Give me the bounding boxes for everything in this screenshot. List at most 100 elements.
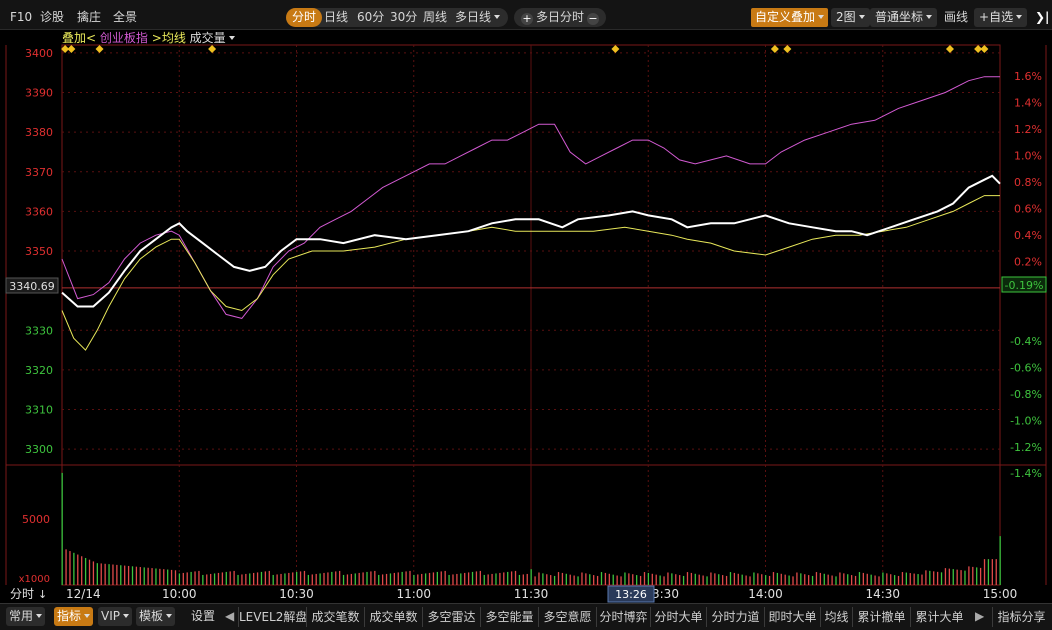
tab-instant-big-order[interactable]: 即时大单 xyxy=(764,607,820,627)
volume-bar xyxy=(346,574,349,585)
volume-bar xyxy=(296,571,298,585)
tab-trade-count[interactable]: 成交笔数 xyxy=(306,607,364,627)
tab-intraday-game[interactable]: 分时博弈 xyxy=(596,607,650,627)
tab-cumulative-big-order[interactable]: 累计大单 xyxy=(910,607,968,627)
volume-bar xyxy=(565,573,567,585)
volume-bar xyxy=(589,574,591,585)
volume-bar xyxy=(729,572,732,585)
pct-tick-label: 0.2% xyxy=(1014,255,1042,268)
volume-unit-label: x1000 xyxy=(19,574,50,585)
tab-moving-average[interactable]: 均线 xyxy=(820,607,852,627)
event-markers[interactable] xyxy=(61,45,989,53)
arrow-down-icon[interactable]: ↓ xyxy=(38,588,47,601)
volume-bar xyxy=(495,573,497,585)
event-marker-icon xyxy=(945,45,954,53)
volume-bar xyxy=(81,556,83,585)
volume-bar xyxy=(507,571,509,585)
volume-bar xyxy=(694,573,696,585)
vip-menu[interactable]: VIP xyxy=(98,607,132,626)
volume-bar xyxy=(467,572,470,585)
volume-bar xyxy=(569,574,571,585)
volume-bar xyxy=(976,567,978,585)
volume-bar xyxy=(940,572,943,585)
volume-bar xyxy=(448,574,450,585)
volume-bar xyxy=(538,572,540,585)
volume-bar xyxy=(178,573,181,585)
volume-bar xyxy=(213,573,216,585)
tab-bull-bear-will[interactable]: 多空意愿 xyxy=(538,607,596,627)
indicator-menu[interactable]: 指标 xyxy=(54,607,94,626)
volume-bar xyxy=(784,574,786,585)
indicator-bar: 常用 指标 VIP 模板 设置 ◀ LEVEL2解盘 成交笔数 成交单数 多空雷… xyxy=(0,603,1052,630)
volume-bar xyxy=(370,571,372,585)
scroll-left-icon[interactable]: ◀ xyxy=(222,607,237,626)
volume-bar xyxy=(92,561,95,585)
volume-bar xyxy=(581,572,583,585)
volume-bar xyxy=(710,572,712,585)
cursor-time-value: 13:26 xyxy=(615,588,647,601)
chevron-down-icon xyxy=(166,614,173,618)
tab-bull-bear-energy[interactable]: 多空能量 xyxy=(480,607,538,627)
volume-bar xyxy=(737,573,739,585)
volume-bar xyxy=(831,575,833,585)
volume-bar xyxy=(624,572,626,585)
percent-axis: 1.6%1.4%1.2%1.0%0.8%0.6%0.4%0.2%0.0%-0.4… xyxy=(1010,70,1042,480)
volume-bar xyxy=(776,572,779,585)
event-marker-icon xyxy=(611,45,620,53)
settings-button[interactable]: 设置 xyxy=(188,607,218,626)
volume-bar xyxy=(835,576,837,585)
volume-bar xyxy=(944,568,947,585)
volume-bar xyxy=(999,536,1001,585)
volume-bar xyxy=(272,574,274,585)
volume-bar xyxy=(557,572,560,585)
volume-bar xyxy=(702,575,704,585)
tab-bull-bear-radar[interactable]: 多空雷达 xyxy=(422,607,480,627)
pct-tick-label: 1.6% xyxy=(1014,70,1042,83)
scroll-right-icon[interactable]: ▶ xyxy=(972,607,987,626)
volume-bar xyxy=(217,572,220,585)
volume-bar xyxy=(299,571,302,585)
volume-bar xyxy=(389,573,392,585)
volume-bar xyxy=(73,552,75,585)
tab-level2[interactable]: LEVEL2解盘 xyxy=(238,607,307,627)
tab-intraday-big-order[interactable]: 分时大单 xyxy=(650,607,706,627)
template-menu[interactable]: 模板 xyxy=(136,607,176,626)
volume-bar xyxy=(108,564,110,585)
event-marker-icon xyxy=(783,45,792,53)
volume-bar xyxy=(221,572,224,585)
volume-bar xyxy=(77,554,79,585)
volume-bar xyxy=(987,559,990,585)
volume-bar xyxy=(772,572,775,585)
event-marker-icon xyxy=(208,45,217,53)
volume-bar xyxy=(253,572,255,585)
volume-bar xyxy=(65,549,67,585)
intraday-chart[interactable]: 3400 3390 3380 3370 3360 3350 3330 3320 3310 3300… xyxy=(0,0,1052,603)
volume-bar xyxy=(682,575,685,585)
volume-bar xyxy=(800,573,802,585)
volume-bar xyxy=(616,575,618,585)
volume-bar xyxy=(194,571,196,585)
volume-bar xyxy=(139,567,141,585)
time-tick-label: 14:00 xyxy=(748,587,783,601)
volume-bar xyxy=(135,566,138,585)
volume-bar xyxy=(593,575,595,585)
volume-bar xyxy=(780,573,782,585)
volume-bar xyxy=(733,572,736,585)
volume-bar xyxy=(765,575,767,585)
tab-order-count[interactable]: 成交单数 xyxy=(364,607,422,627)
common-menu[interactable]: 常用 xyxy=(6,607,46,626)
volume-bar xyxy=(542,573,544,585)
tab-intraday-force[interactable]: 分时力道 xyxy=(706,607,764,627)
event-marker-icon xyxy=(67,45,76,53)
indicator-share-button[interactable]: 指标分享 xyxy=(992,607,1050,627)
volume-bar xyxy=(350,573,353,585)
pct-tick-label: -0.8% xyxy=(1010,388,1042,401)
volume-bar xyxy=(241,574,243,585)
intraday-mode-label[interactable]: 分时 xyxy=(10,587,34,601)
volume-bar xyxy=(444,570,446,585)
volume-bar xyxy=(811,575,814,585)
tab-cumulative-cancel[interactable]: 累计撤单 xyxy=(852,607,910,627)
volume-bar xyxy=(452,574,454,585)
volume-bar xyxy=(847,574,849,585)
volume-bar xyxy=(600,572,603,585)
